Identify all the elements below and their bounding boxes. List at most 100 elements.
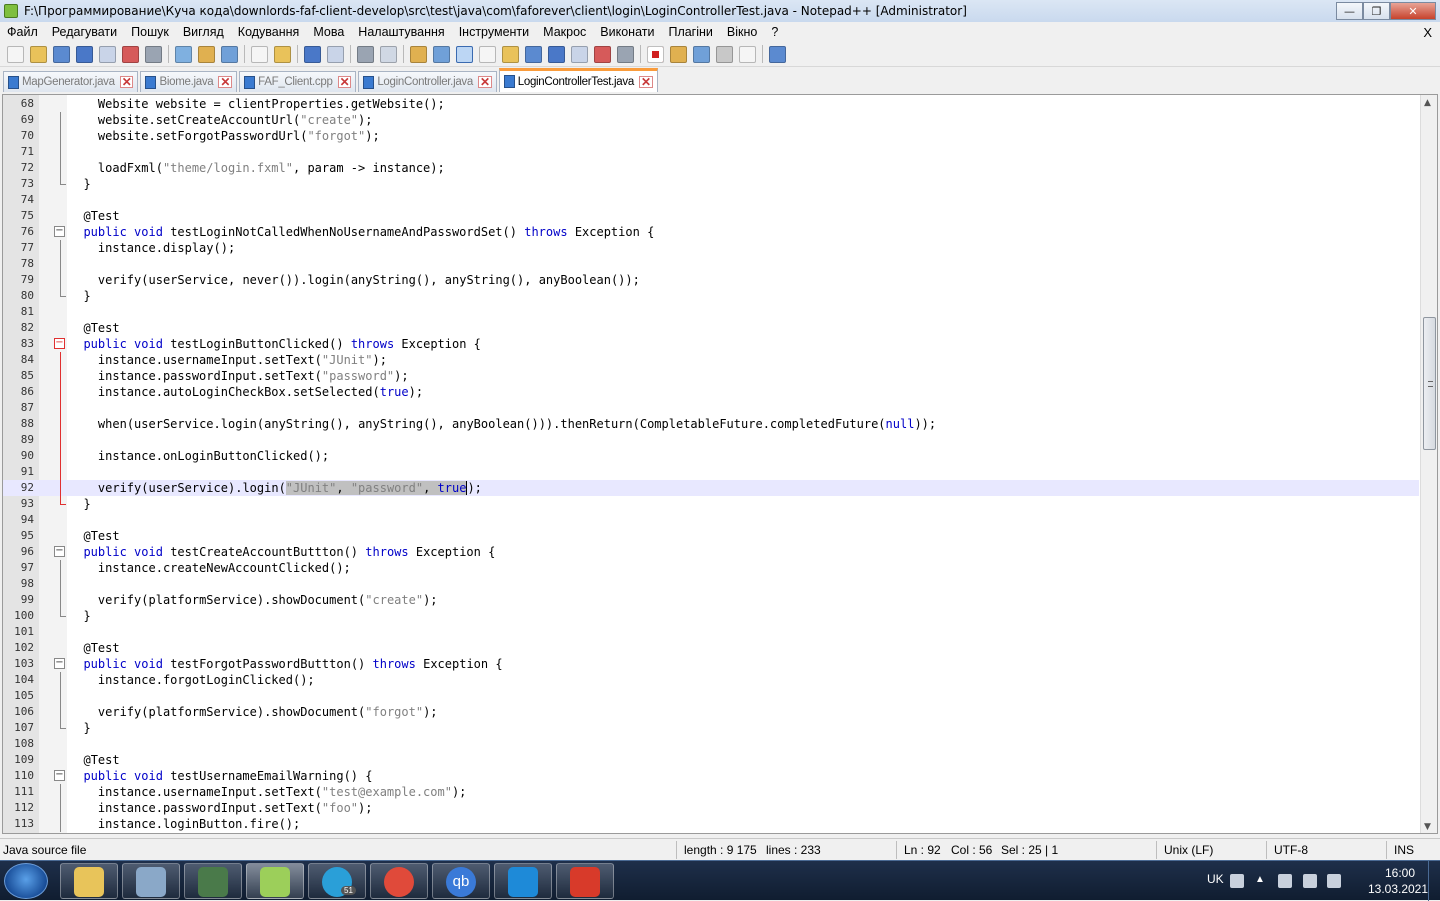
code-line[interactable]: 75 @Test	[3, 208, 1419, 224]
taskbar-app-chrome[interactable]	[370, 863, 428, 899]
find-icon[interactable]	[304, 45, 321, 63]
code-line[interactable]: 113 instance.loginButton.fire();	[3, 816, 1419, 832]
clock-time[interactable]: 16:00	[1370, 866, 1430, 880]
scroll-down-arrow-icon[interactable]: ▼	[1424, 822, 1431, 832]
all-chars-icon[interactable]	[479, 45, 496, 63]
fold-collapse-icon[interactable]: −	[54, 226, 65, 237]
code-line[interactable]: 70 website.setForgotPasswordUrl("forgot"…	[3, 128, 1419, 144]
hex-icon[interactable]	[769, 45, 786, 63]
code-line[interactable]: 81	[3, 304, 1419, 320]
fold-collapse-icon[interactable]: −	[54, 546, 65, 557]
tab-close-icon[interactable]: ✕	[119, 76, 134, 88]
monitor-icon[interactable]	[617, 45, 634, 63]
show-hidden-icons-icon[interactable]: ▲	[1255, 874, 1269, 888]
code-line[interactable]: 103 − public void testForgotPasswordButtt…	[3, 656, 1419, 672]
speaker-icon[interactable]	[1278, 874, 1292, 888]
tab-close-icon[interactable]: ✕	[477, 76, 492, 88]
code-editor[interactable]: 68 Website website = clientProperties.ge…	[2, 94, 1438, 834]
code-line[interactable]: 73 }	[3, 176, 1419, 192]
taskbar-app-explorer[interactable]	[60, 863, 118, 899]
action-center-icon[interactable]	[1327, 874, 1341, 888]
menu-item[interactable]: Файл	[0, 25, 45, 39]
code-line[interactable]: 104 instance.forgotLoginClicked();	[3, 672, 1419, 688]
menu-item[interactable]: Пошук	[124, 25, 176, 39]
save-macro-icon[interactable]	[739, 45, 756, 63]
start-button[interactable]	[4, 863, 48, 899]
menu-item[interactable]: Макрос	[536, 25, 593, 39]
sync-v-icon[interactable]	[410, 45, 427, 63]
new-icon[interactable]	[7, 45, 24, 63]
code-line[interactable]: 68 Website website = clientProperties.ge…	[3, 96, 1419, 112]
tab-close-icon[interactable]: ✕	[218, 76, 233, 88]
user-lang-icon[interactable]	[525, 45, 542, 63]
code-line[interactable]: 97 instance.createNewAccountClicked();	[3, 560, 1419, 576]
code-line[interactable]: 98	[3, 576, 1419, 592]
code-line[interactable]: 99 verify(platformService).showDocument(…	[3, 592, 1419, 608]
menu-item[interactable]: Кодування	[231, 25, 307, 39]
print-icon[interactable]	[145, 45, 162, 63]
tab-close-icon[interactable]: ✕	[638, 75, 653, 88]
code-line[interactable]: 94	[3, 512, 1419, 528]
menu-item[interactable]: Виконати	[593, 25, 661, 39]
open-icon[interactable]	[30, 45, 47, 63]
scrollbar-thumb[interactable]	[1423, 317, 1436, 450]
menu-item[interactable]: Редагувати	[45, 25, 124, 39]
code-line[interactable]: 110 − public void testUsernameEmailWarnin…	[3, 768, 1419, 784]
close-all-icon[interactable]	[122, 45, 139, 63]
code-line[interactable]: 79 verify(userService, never()).login(an…	[3, 272, 1419, 288]
stop-macro-icon[interactable]	[670, 45, 687, 63]
indent-guide-icon[interactable]	[502, 45, 519, 63]
code-line[interactable]: 77 instance.display();	[3, 240, 1419, 256]
menu-item[interactable]: Вікно	[720, 25, 764, 39]
scroll-up-arrow-icon[interactable]: ▲	[1424, 98, 1431, 108]
code-line[interactable]: 96 − public void testCreateAccountButtton…	[3, 544, 1419, 560]
menu-item[interactable]: Плагіни	[661, 25, 719, 39]
zoom-out-icon[interactable]	[380, 45, 397, 63]
record-macro-icon[interactable]	[647, 45, 664, 63]
taskbar-app-telegram[interactable]: 51	[308, 863, 366, 899]
menu-item[interactable]: Мова	[306, 25, 351, 39]
code-line[interactable]: 71	[3, 144, 1419, 160]
code-line[interactable]: 106 verify(platformService).showDocument…	[3, 704, 1419, 720]
code-line[interactable]: 78	[3, 256, 1419, 272]
code-line[interactable]: 89	[3, 432, 1419, 448]
menu-item[interactable]: ?	[764, 25, 785, 39]
keyboard-icon[interactable]	[1230, 874, 1244, 888]
fold-collapse-icon[interactable]: −	[54, 770, 65, 781]
fold-collapse-icon[interactable]: −	[54, 658, 65, 669]
menu-item[interactable]: Налаштування	[351, 25, 451, 39]
maximize-button[interactable]: ❐	[1363, 2, 1390, 20]
taskbar-app-control-panel[interactable]	[122, 863, 180, 899]
code-line[interactable]: 102 @Test	[3, 640, 1419, 656]
show-desktop-button[interactable]	[1428, 861, 1440, 901]
close-window-button[interactable]: ✕	[1390, 2, 1436, 20]
code-line[interactable]: 74	[3, 192, 1419, 208]
save-all-icon[interactable]	[76, 45, 93, 63]
code-line[interactable]: 82 @Test	[3, 320, 1419, 336]
file-tab[interactable]: FAF_Client.cpp ✕	[239, 71, 357, 92]
tab-close-icon[interactable]: ✕	[337, 76, 352, 88]
input-language[interactable]: UK	[1207, 872, 1224, 886]
code-line[interactable]: 80 }	[3, 288, 1419, 304]
taskbar-app-windows-app[interactable]	[556, 863, 614, 899]
copy-icon[interactable]	[198, 45, 215, 63]
code-line[interactable]: 90 instance.onLoginButtonClicked();	[3, 448, 1419, 464]
code-line[interactable]: 112 instance.passwordInput.setText("foo"…	[3, 800, 1419, 816]
play-macro-icon[interactable]	[693, 45, 710, 63]
code-line[interactable]: 108	[3, 736, 1419, 752]
file-tab[interactable]: Biome.java ✕	[140, 71, 238, 92]
taskbar-app-notepad-plus-plus[interactable]	[246, 863, 304, 899]
word-wrap-icon[interactable]	[456, 45, 473, 63]
code-line[interactable]: 107 }	[3, 720, 1419, 736]
run-macro-multiple-icon[interactable]	[716, 45, 733, 63]
minimize-button[interactable]: —	[1336, 2, 1363, 20]
code-line[interactable]: 72 loadFxml("theme/login.fxml", param ->…	[3, 160, 1419, 176]
code-line[interactable]: 95 @Test	[3, 528, 1419, 544]
redo-icon[interactable]	[274, 45, 291, 63]
menu-item[interactable]: Вигляд	[176, 25, 231, 39]
sync-h-icon[interactable]	[433, 45, 450, 63]
vertical-scrollbar[interactable]: ▲ ▼	[1420, 95, 1437, 833]
close-document-button[interactable]: X	[1423, 25, 1440, 40]
close-icon[interactable]	[99, 45, 116, 63]
replace-icon[interactable]	[327, 45, 344, 63]
